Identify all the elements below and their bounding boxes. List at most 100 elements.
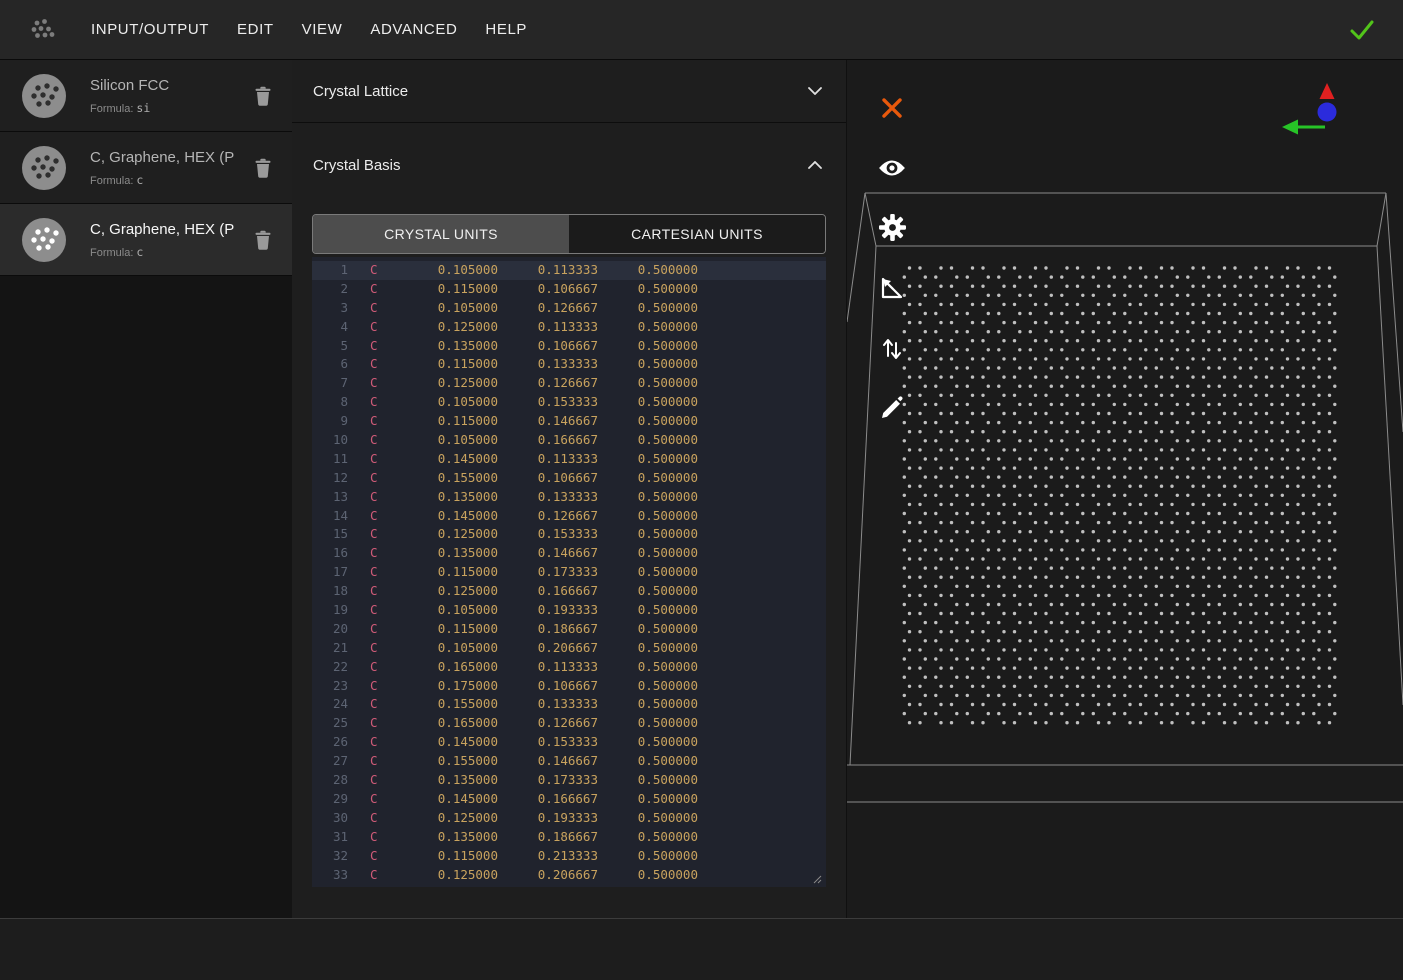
basis-row[interactable]: 31C0.1350000.1866670.500000 xyxy=(312,828,826,847)
basis-cell-vz: 0.500000 xyxy=(598,469,698,488)
basis-row[interactable]: 27C0.1550000.1466670.500000 xyxy=(312,752,826,771)
basis-cell-ln: 14 xyxy=(312,507,348,526)
basis-cell-vz: 0.500000 xyxy=(598,355,698,374)
tab-crystal-units[interactable]: CRYSTAL UNITS xyxy=(313,215,569,253)
basis-cell-vy: 0.193333 xyxy=(498,809,598,828)
basis-cell-vx: 0.115000 xyxy=(388,620,498,639)
axes-orientation-gizmo xyxy=(1272,75,1352,145)
basis-row[interactable]: 3C0.1050000.1266670.500000 xyxy=(312,299,826,318)
basis-cell-vz: 0.500000 xyxy=(598,280,698,299)
basis-cell-vx: 0.145000 xyxy=(388,450,498,469)
basis-row[interactable]: 8C0.1050000.1533330.500000 xyxy=(312,393,826,412)
crystal-scene-canvas[interactable] xyxy=(847,60,1403,918)
swap-vertical-icon xyxy=(879,335,905,361)
basis-cell-vx: 0.125000 xyxy=(388,525,498,544)
basis-row[interactable]: 14C0.1450000.1266670.500000 xyxy=(312,507,826,526)
basis-row[interactable]: 1C0.1050000.1133330.500000 xyxy=(312,261,826,280)
basis-cell-el: C xyxy=(370,261,388,280)
basis-row[interactable]: 33C0.1250000.2066670.500000 xyxy=(312,866,826,885)
basis-row[interactable]: 26C0.1450000.1533330.500000 xyxy=(312,733,826,752)
basis-cell-vx: 0.135000 xyxy=(388,488,498,507)
basis-row[interactable]: 11C0.1450000.1133330.500000 xyxy=(312,450,826,469)
basis-cell-vz: 0.500000 xyxy=(598,393,698,412)
basis-row[interactable]: 7C0.1250000.1266670.500000 xyxy=(312,374,826,393)
basis-cell-vy: 0.133333 xyxy=(498,488,598,507)
viewer-settings-button[interactable] xyxy=(872,207,912,247)
material-item-0[interactable]: Silicon FCCFormula:si xyxy=(0,60,292,132)
basis-row[interactable]: 24C0.1550000.1333330.500000 xyxy=(312,695,826,714)
basis-cell-el: C xyxy=(370,431,388,450)
edit-structure-button[interactable] xyxy=(872,388,912,428)
tab-cartesian-units[interactable]: CARTESIAN UNITS xyxy=(569,215,825,253)
basis-cell-ln: 24 xyxy=(312,695,348,714)
basis-row[interactable]: 28C0.1350000.1733330.500000 xyxy=(312,771,826,790)
crystal-basis-section-header[interactable]: Crystal Basis xyxy=(292,123,846,207)
menu-edit[interactable]: EDIT xyxy=(237,21,274,38)
basis-cell-vx: 0.155000 xyxy=(388,695,498,714)
basis-row[interactable]: 2C0.1150000.1066670.500000 xyxy=(312,280,826,299)
basis-cell-ln: 22 xyxy=(312,658,348,677)
basis-row[interactable]: 18C0.1250000.1666670.500000 xyxy=(312,582,826,601)
basis-row[interactable]: 30C0.1250000.1933330.500000 xyxy=(312,809,826,828)
basis-cell-el: C xyxy=(370,544,388,563)
basis-row[interactable]: 5C0.1350000.1066670.500000 xyxy=(312,337,826,356)
basis-cell-ln: 17 xyxy=(312,563,348,582)
chevron-down-icon[interactable] xyxy=(808,87,822,95)
basis-cell-vy: 0.113333 xyxy=(498,318,598,337)
delete-material-button[interactable] xyxy=(250,227,276,253)
delete-material-button[interactable] xyxy=(250,83,276,109)
basis-cell-vy: 0.146667 xyxy=(498,544,598,563)
toggle-visibility-button[interactable] xyxy=(872,148,912,188)
material-title: Silicon FCC xyxy=(90,77,250,94)
basis-row[interactable]: 13C0.1350000.1333330.500000 xyxy=(312,488,826,507)
basis-cell-vy: 0.173333 xyxy=(498,771,598,790)
material-item-1[interactable]: C, Graphene, HEX (PFormula:c xyxy=(0,132,292,204)
basis-row[interactable]: 17C0.1150000.1733330.500000 xyxy=(312,563,826,582)
basis-row[interactable]: 4C0.1250000.1133330.500000 xyxy=(312,318,826,337)
measure-tool-button[interactable] xyxy=(872,268,912,308)
swap-axes-button[interactable] xyxy=(872,328,912,368)
material-item-2[interactable]: C, Graphene, HEX (PFormula:c xyxy=(0,204,292,276)
confirm-button[interactable] xyxy=(1345,13,1379,47)
basis-row[interactable]: 29C0.1450000.1666670.500000 xyxy=(312,790,826,809)
menu-help[interactable]: HELP xyxy=(485,21,527,38)
menu-input-output[interactable]: INPUT/OUTPUT xyxy=(91,21,209,38)
basis-row[interactable]: 22C0.1650000.1133330.500000 xyxy=(312,658,826,677)
basis-cell-vx: 0.115000 xyxy=(388,280,498,299)
basis-row[interactable]: 15C0.1250000.1533330.500000 xyxy=(312,525,826,544)
crystal-lattice-section-header[interactable]: Crystal Lattice xyxy=(292,60,846,123)
delete-material-button[interactable] xyxy=(250,155,276,181)
basis-cell-ln: 10 xyxy=(312,431,348,450)
close-viewer-button[interactable] xyxy=(872,88,912,128)
resize-handle-icon[interactable] xyxy=(813,875,822,884)
basis-row[interactable]: 6C0.1150000.1333330.500000 xyxy=(312,355,826,374)
menu-view[interactable]: VIEW xyxy=(302,21,343,38)
basis-row[interactable]: 9C0.1150000.1466670.500000 xyxy=(312,412,826,431)
basis-cell-vx: 0.145000 xyxy=(388,790,498,809)
basis-cell-ln: 6 xyxy=(312,355,348,374)
menu-advanced[interactable]: ADVANCED xyxy=(370,21,457,38)
basis-cell-el: C xyxy=(370,563,388,582)
basis-cell-ln: 9 xyxy=(312,412,348,431)
material-editor-panel: Crystal Lattice Crystal Basis CRYSTAL UN… xyxy=(292,60,847,918)
basis-cell-ln: 3 xyxy=(312,299,348,318)
basis-cell-ln: 16 xyxy=(312,544,348,563)
basis-coordinates-editor[interactable]: 1C0.1050000.1133330.5000002C0.1150000.10… xyxy=(312,257,826,887)
basis-row[interactable]: 20C0.1150000.1866670.500000 xyxy=(312,620,826,639)
chevron-up-icon[interactable] xyxy=(808,161,822,169)
basis-row[interactable]: 32C0.1150000.2133330.500000 xyxy=(312,847,826,866)
basis-row[interactable]: 23C0.1750000.1066670.500000 xyxy=(312,677,826,696)
graphene-atoms xyxy=(903,266,1337,724)
material-formula: Formula:c xyxy=(90,245,250,259)
basis-cell-vy: 0.113333 xyxy=(498,658,598,677)
basis-row[interactable]: 19C0.1050000.1933330.500000 xyxy=(312,601,826,620)
basis-row[interactable]: 12C0.1550000.1066670.500000 xyxy=(312,469,826,488)
basis-row[interactable]: 10C0.1050000.1666670.500000 xyxy=(312,431,826,450)
basis-cell-vz: 0.500000 xyxy=(598,733,698,752)
structure-3d-viewport[interactable] xyxy=(847,60,1403,918)
basis-row[interactable]: 21C0.1050000.2066670.500000 xyxy=(312,639,826,658)
basis-cell-ln: 2 xyxy=(312,280,348,299)
basis-row[interactable]: 16C0.1350000.1466670.500000 xyxy=(312,544,826,563)
basis-row[interactable]: 25C0.1650000.1266670.500000 xyxy=(312,714,826,733)
basis-cell-vx: 0.145000 xyxy=(388,507,498,526)
